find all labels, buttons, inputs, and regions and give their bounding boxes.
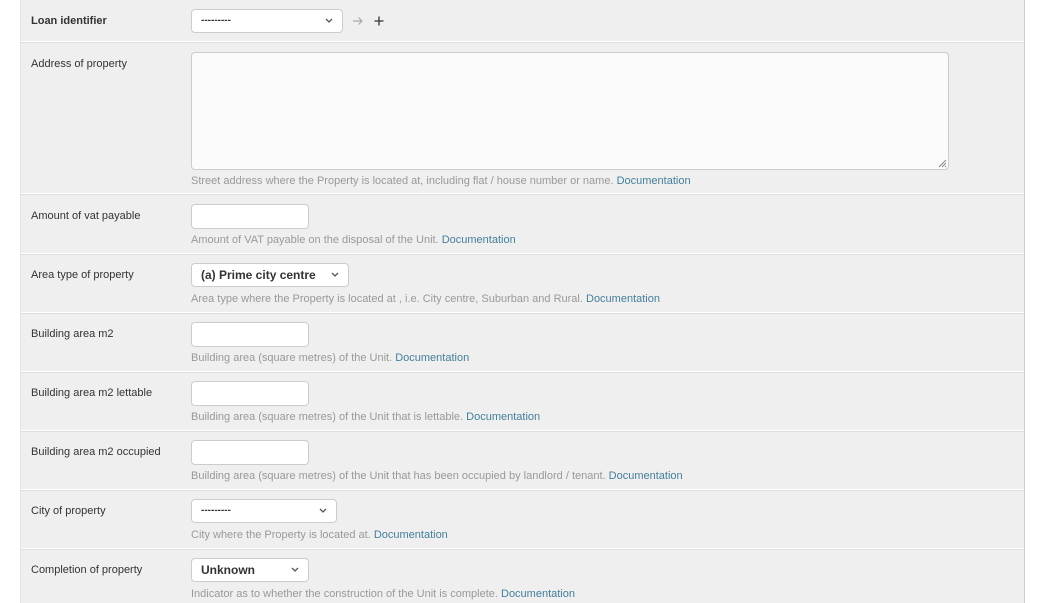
label-address: Address of property bbox=[31, 58, 127, 70]
label-vat: Amount of vat payable bbox=[31, 210, 141, 222]
help-area-type-text: Area type where the Property is located … bbox=[191, 293, 583, 305]
row-vat: Amount of vat payable Amount of VAT paya… bbox=[21, 195, 1024, 254]
help-building-area: Building area (square metres) of the Uni… bbox=[191, 352, 469, 364]
help-city-text: City where the Property is located at. bbox=[191, 529, 371, 541]
vat-input[interactable] bbox=[191, 204, 309, 229]
resize-grip-icon[interactable] bbox=[937, 158, 947, 168]
label-building-area-lettable: Building area m2 lettable bbox=[31, 387, 153, 399]
doc-link-building-area[interactable]: Documentation bbox=[395, 352, 469, 364]
label-area-type: Area type of property bbox=[31, 269, 134, 281]
help-building-area-lettable: Building area (square metres) of the Uni… bbox=[191, 411, 540, 423]
help-building-area-text: Building area (square metres) of the Uni… bbox=[191, 352, 393, 364]
row-building-area-occupied: Building area m2 occupied Building area … bbox=[21, 432, 1024, 490]
row-building-area: Building area m2 Building area (square m… bbox=[21, 314, 1024, 372]
label-completion: Completion of property bbox=[31, 564, 143, 576]
row-city: City of property --------- City where th… bbox=[21, 491, 1024, 549]
help-completion-text: Indicator as to whether the construction… bbox=[191, 588, 498, 600]
building-area-occupied-input[interactable] bbox=[191, 440, 309, 465]
label-building-area: Building area m2 bbox=[31, 328, 114, 340]
completion-value: Unknown bbox=[201, 563, 255, 577]
chevron-down-icon bbox=[331, 272, 339, 277]
help-vat: Amount of VAT payable on the disposal of… bbox=[191, 234, 516, 246]
help-completion: Indicator as to whether the construction… bbox=[191, 588, 575, 600]
doc-link-city[interactable]: Documentation bbox=[374, 529, 448, 541]
help-building-area-occupied: Building area (square metres) of the Uni… bbox=[191, 470, 683, 482]
help-vat-text: Amount of VAT payable on the disposal of… bbox=[191, 234, 439, 246]
loan-identifier-value: --------- bbox=[201, 15, 231, 26]
label-city: City of property bbox=[31, 505, 106, 517]
row-area-type: Area type of property (a) Prime city cen… bbox=[21, 255, 1024, 313]
area-type-value: (a) Prime city centre bbox=[201, 268, 316, 282]
help-city: City where the Property is located at. D… bbox=[191, 529, 448, 541]
doc-link-address[interactable]: Documentation bbox=[617, 175, 691, 187]
help-address-text: Street address where the Property is loc… bbox=[191, 175, 614, 187]
arrow-right-icon[interactable] bbox=[351, 14, 365, 28]
label-loan-identifier: Loan identifier bbox=[31, 15, 107, 27]
help-building-area-lettable-text: Building area (square metres) of the Uni… bbox=[191, 411, 464, 423]
form-panel: Loan identifier --------- Address of pro… bbox=[20, 0, 1025, 603]
row-loan-identifier: Loan identifier --------- bbox=[21, 0, 1024, 42]
chevron-down-icon bbox=[325, 18, 333, 23]
doc-link-completion[interactable]: Documentation bbox=[501, 588, 575, 600]
building-area-lettable-input[interactable] bbox=[191, 381, 309, 406]
row-completion: Completion of property Unknown Indicator… bbox=[21, 550, 1024, 603]
chevron-down-icon bbox=[319, 508, 327, 513]
doc-link-building-area-occupied[interactable]: Documentation bbox=[609, 470, 683, 482]
help-area-type: Area type where the Property is located … bbox=[191, 293, 660, 305]
completion-select[interactable]: Unknown bbox=[191, 558, 309, 582]
city-select[interactable]: --------- bbox=[191, 499, 337, 523]
doc-link-vat[interactable]: Documentation bbox=[442, 234, 516, 246]
chevron-down-icon bbox=[291, 567, 299, 572]
plus-icon[interactable] bbox=[372, 14, 386, 28]
city-value: --------- bbox=[201, 505, 231, 516]
row-address: Address of property Street address where… bbox=[21, 43, 1024, 194]
row-building-area-lettable: Building area m2 lettable Building area … bbox=[21, 373, 1024, 431]
area-type-select[interactable]: (a) Prime city centre bbox=[191, 263, 349, 287]
loan-identifier-select[interactable]: --------- bbox=[191, 9, 343, 33]
doc-link-area-type[interactable]: Documentation bbox=[586, 293, 660, 305]
address-textarea[interactable] bbox=[191, 52, 949, 170]
help-building-area-occupied-text: Building area (square metres) of the Uni… bbox=[191, 470, 606, 482]
building-area-input[interactable] bbox=[191, 322, 309, 347]
label-building-area-occupied: Building area m2 occupied bbox=[31, 446, 161, 458]
help-address: Street address where the Property is loc… bbox=[191, 175, 691, 187]
doc-link-building-area-lettable[interactable]: Documentation bbox=[466, 411, 540, 423]
